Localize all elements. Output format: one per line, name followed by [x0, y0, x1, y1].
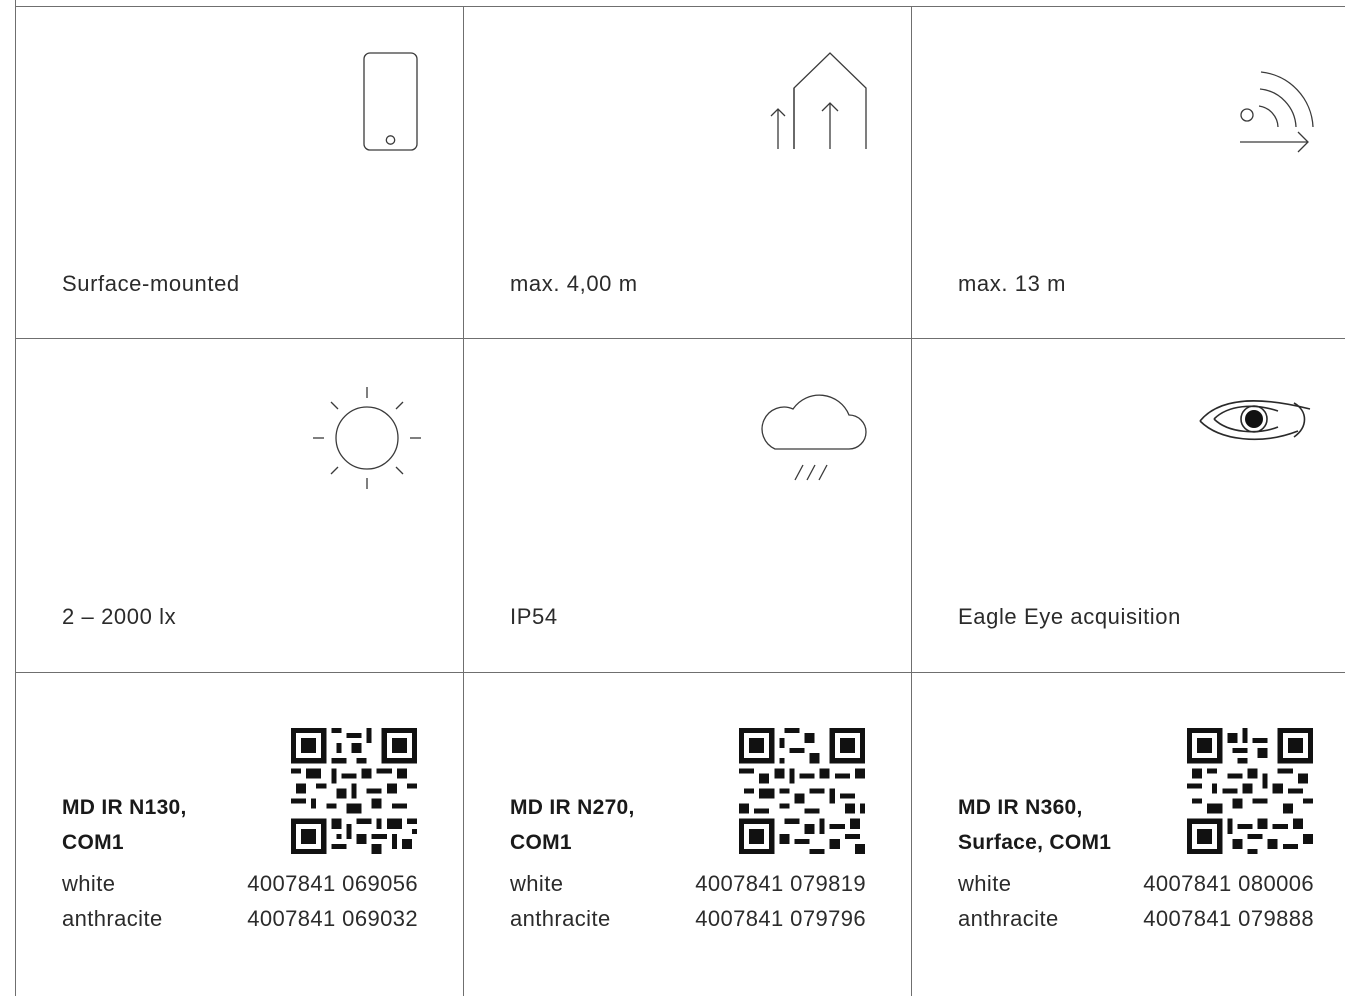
product-title-line: Surface, COM1 [958, 831, 1112, 854]
product-title-line: MD IR N130, [62, 796, 187, 819]
detection-range-icon [1238, 52, 1314, 153]
sun-icon [312, 383, 422, 493]
product-title-line: MD IR N360, [958, 796, 1083, 819]
variant-row: white 4007841 079819 [510, 871, 866, 897]
product-spec-grid: Surface-mounted max. 4,00 m max. 13 m 2 … [15, 6, 1345, 996]
variant-color: white [62, 871, 116, 896]
feature-label: IP54 [510, 604, 558, 629]
feature-label: max. 13 m [958, 271, 1067, 296]
qr-code-icon[interactable] [1187, 728, 1313, 854]
feature-label: max. 4,00 m [510, 271, 638, 296]
feature-label: Surface-mounted [62, 271, 240, 296]
feature-cell-eye: Eagle Eye acquisition [912, 339, 1345, 673]
product-cell: MD IR N130, COM1 white 4007841 069056 an… [16, 673, 464, 996]
feature-label: Eagle Eye acquisition [958, 604, 1181, 629]
feature-cell-range: max. 13 m [912, 7, 1345, 339]
qr-code-icon[interactable] [291, 728, 417, 854]
variant-ean: 4007841 079819 [695, 871, 866, 896]
product-title-line: MD IR N270, [510, 796, 635, 819]
variant-ean: 4007841 069032 [247, 906, 418, 931]
product-title-line: COM1 [510, 831, 572, 854]
product-title: MD IR N270, COM1 [510, 790, 635, 860]
variant-ean: 4007841 069056 [247, 871, 418, 896]
rain-cloud-icon [757, 383, 869, 483]
smartphone-icon [363, 52, 419, 152]
mounting-height-icon [764, 52, 874, 152]
product-cell: MD IR N270, COM1 white 4007841 079819 an… [464, 673, 912, 996]
variant-row: anthracite 4007841 079796 [510, 906, 866, 932]
variant-color: anthracite [958, 906, 1059, 931]
variant-ean: 4007841 079888 [1143, 906, 1314, 931]
variant-color: white [958, 871, 1012, 896]
variant-row: anthracite 4007841 069032 [62, 906, 418, 932]
variant-color: white [510, 871, 564, 896]
feature-cell-protection: IP54 [464, 339, 912, 673]
variant-ean: 4007841 080006 [1143, 871, 1314, 896]
product-title: MD IR N130, COM1 [62, 790, 187, 860]
product-cell: MD IR N360, Surface, COM1 white 4007841 … [912, 673, 1345, 996]
variant-row: white 4007841 080006 [958, 871, 1314, 897]
eye-icon [1198, 395, 1312, 445]
feature-cell-height: max. 4,00 m [464, 7, 912, 339]
product-title-line: COM1 [62, 831, 124, 854]
qr-code-icon[interactable] [739, 728, 865, 854]
variant-color: anthracite [510, 906, 611, 931]
feature-label: 2 – 2000 lx [62, 604, 177, 629]
variant-row: white 4007841 069056 [62, 871, 418, 897]
variant-color: anthracite [62, 906, 163, 931]
variant-row: anthracite 4007841 079888 [958, 906, 1314, 932]
feature-cell-light: 2 – 2000 lx [16, 339, 464, 673]
variant-ean: 4007841 079796 [695, 906, 866, 931]
product-title: MD IR N360, Surface, COM1 [958, 790, 1111, 860]
feature-cell-mounting: Surface-mounted [16, 7, 464, 339]
